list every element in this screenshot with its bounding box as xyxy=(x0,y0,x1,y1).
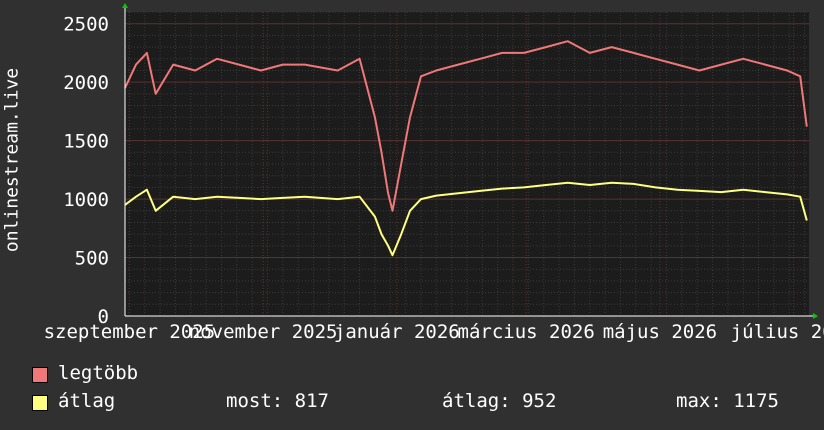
y-tick-label: 500 xyxy=(75,248,109,270)
stat-now: most: 817 xyxy=(226,390,329,412)
x-tick-label: január 2026 xyxy=(334,321,460,343)
legend-swatch-max xyxy=(32,367,48,383)
x-tick-label: július 2026 xyxy=(731,321,824,343)
y-tick-label: 1500 xyxy=(63,131,109,153)
line-chart: 05001000150020002500 szeptember 2025nove… xyxy=(44,3,824,343)
x-axis-arrow xyxy=(813,313,818,319)
legend-label-max: legtöbb xyxy=(58,362,139,384)
y-axis-label-text: onlinestream.live xyxy=(1,67,23,253)
legend-label-avg: átlag xyxy=(58,390,116,412)
stat-max: max: 1175 xyxy=(676,390,779,412)
legend-swatch-avg xyxy=(32,395,48,411)
y-tick-label: 2000 xyxy=(63,72,109,94)
x-tick-label: május 2026 xyxy=(603,321,717,343)
stat-average: átlag: 952 xyxy=(442,390,557,412)
y-axis-label: onlinestream.live xyxy=(1,40,23,280)
x-tick-label: március 2026 xyxy=(458,321,595,343)
y-tick-labels: 05001000150020002500 xyxy=(63,14,109,328)
y-tick-label: 1000 xyxy=(63,189,109,211)
y-axis-arrow xyxy=(122,3,128,8)
x-tick-labels: szeptember 2025november 2025január 2026m… xyxy=(44,321,824,343)
y-tick-label: 2500 xyxy=(63,14,109,36)
x-tick-label: november 2025 xyxy=(189,321,338,343)
